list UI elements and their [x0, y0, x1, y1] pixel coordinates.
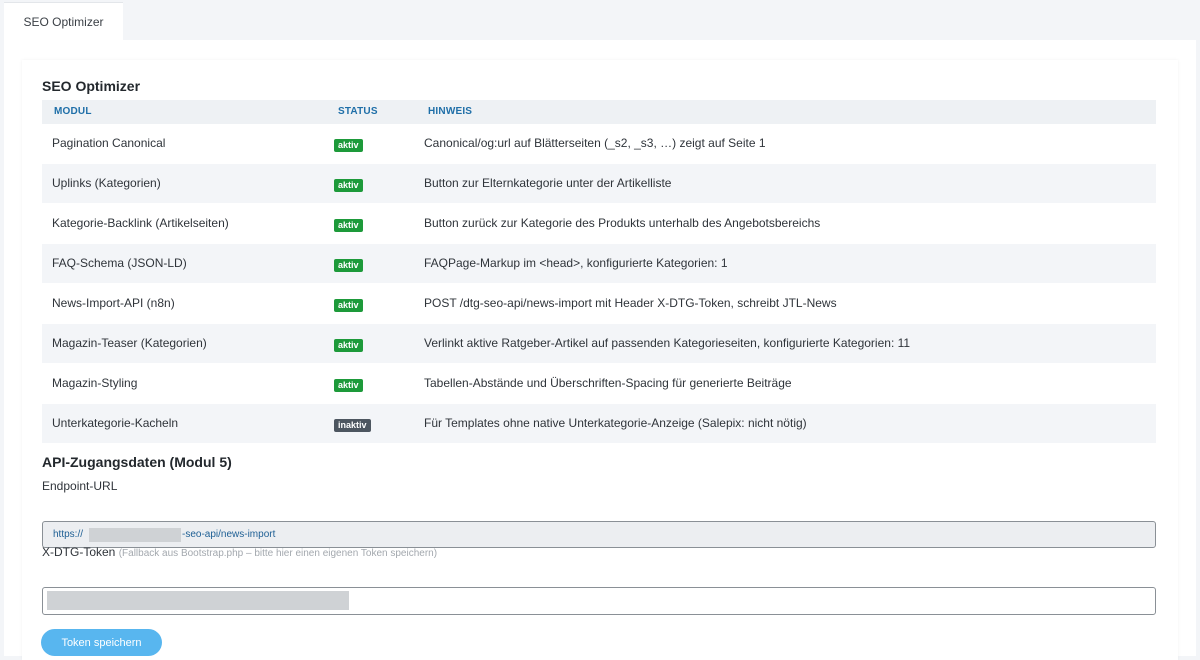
- module-name: News-Import-API (n8n): [52, 296, 175, 310]
- table-row: FAQ-Schema (JSON-LD) aktiv FAQPage-Marku…: [42, 244, 1156, 284]
- status-badge: aktiv: [334, 259, 363, 272]
- module-hint: Canonical/og:url auf Blätterseiten (_s2,…: [424, 136, 766, 150]
- status-badge: aktiv: [334, 379, 363, 392]
- tab-bar: SEO Optimizer: [0, 0, 1200, 41]
- table-row: Magazin-Teaser (Kategorien) aktiv Verlin…: [42, 324, 1156, 364]
- header-modul: MODUL: [54, 106, 92, 117]
- module-hint: Tabellen-Abstände und Überschriften-Spac…: [424, 376, 792, 390]
- status-badge: aktiv: [334, 139, 363, 152]
- module-name: Unterkategorie-Kacheln: [52, 416, 179, 430]
- token-hint: (Fallback aus Bootstrap.php – bitte hier…: [118, 548, 438, 559]
- table-row: Pagination Canonical aktiv Canonical/og:…: [42, 124, 1156, 164]
- module-hint: Für Templates ohne native Unterkategorie…: [424, 416, 807, 430]
- endpoint-label: Endpoint-URL: [42, 479, 118, 493]
- table-row: Kategorie-Backlink (Artikelseiten) aktiv…: [42, 204, 1156, 244]
- token-label-row: X-DTG-Token (Fallback aus Bootstrap.php …: [42, 545, 437, 559]
- settings-card: SEO Optimizer MODUL STATUS HINWEIS Pagin…: [22, 60, 1178, 660]
- token-label: X-DTG-Token: [42, 545, 116, 559]
- module-hint: POST /dtg-seo-api/news-import mit Header…: [424, 296, 837, 310]
- status-badge: aktiv: [334, 299, 363, 312]
- module-hint: Button zurück zur Kategorie des Produkts…: [424, 216, 821, 230]
- status-badge: aktiv: [334, 179, 363, 192]
- table-row: Magazin-Styling aktiv Tabellen-Abstände …: [42, 364, 1156, 404]
- table-header: MODUL STATUS HINWEIS: [42, 100, 1156, 124]
- redacted-block: [89, 528, 181, 542]
- module-name: Magazin-Styling: [52, 376, 138, 390]
- header-hinweis: HINWEIS: [428, 106, 473, 117]
- table-body: Pagination Canonical aktiv Canonical/og:…: [42, 124, 1156, 444]
- module-name: Pagination Canonical: [52, 136, 166, 150]
- redacted-block: [47, 591, 349, 610]
- table-row: News-Import-API (n8n) aktiv POST /dtg-se…: [42, 284, 1156, 324]
- section-title: SEO Optimizer: [42, 78, 141, 94]
- module-name: Magazin-Teaser (Kategorien): [52, 336, 207, 350]
- endpoint-url-field[interactable]: https:// -seo-api/news-import: [42, 521, 1156, 548]
- module-hint: Verlinkt aktive Ratgeber-Artikel auf pas…: [424, 336, 911, 350]
- header-status: STATUS: [338, 106, 378, 117]
- module-table: MODUL STATUS HINWEIS Pagination Canonica…: [42, 100, 1156, 444]
- save-token-button[interactable]: Token speichern: [41, 629, 162, 656]
- module-name: FAQ-Schema (JSON-LD): [52, 256, 187, 270]
- table-row: Unterkategorie-Kacheln inaktiv Für Templ…: [42, 404, 1156, 444]
- module-hint: Button zur Elternkategorie unter der Art…: [424, 176, 672, 190]
- status-badge: aktiv: [334, 219, 363, 232]
- status-badge: aktiv: [334, 339, 363, 352]
- tab-seo-optimizer[interactable]: SEO Optimizer: [4, 2, 123, 41]
- module-hint: FAQPage-Markup im <head>, konfigurierte …: [424, 256, 728, 270]
- endpoint-url-prefix: https://: [53, 529, 84, 540]
- tab-panel: SEO Optimizer MODUL STATUS HINWEIS Pagin…: [4, 40, 1196, 660]
- module-name: Uplinks (Kategorien): [52, 176, 161, 190]
- endpoint-url-suffix: -seo-api/news-import: [182, 529, 276, 540]
- module-name: Kategorie-Backlink (Artikelseiten): [52, 216, 229, 230]
- status-badge: inaktiv: [334, 419, 371, 432]
- api-section-title: API-Zugangsdaten (Modul 5): [42, 454, 232, 470]
- table-row: Uplinks (Kategorien) aktiv Button zur El…: [42, 164, 1156, 204]
- token-input[interactable]: [42, 587, 1156, 615]
